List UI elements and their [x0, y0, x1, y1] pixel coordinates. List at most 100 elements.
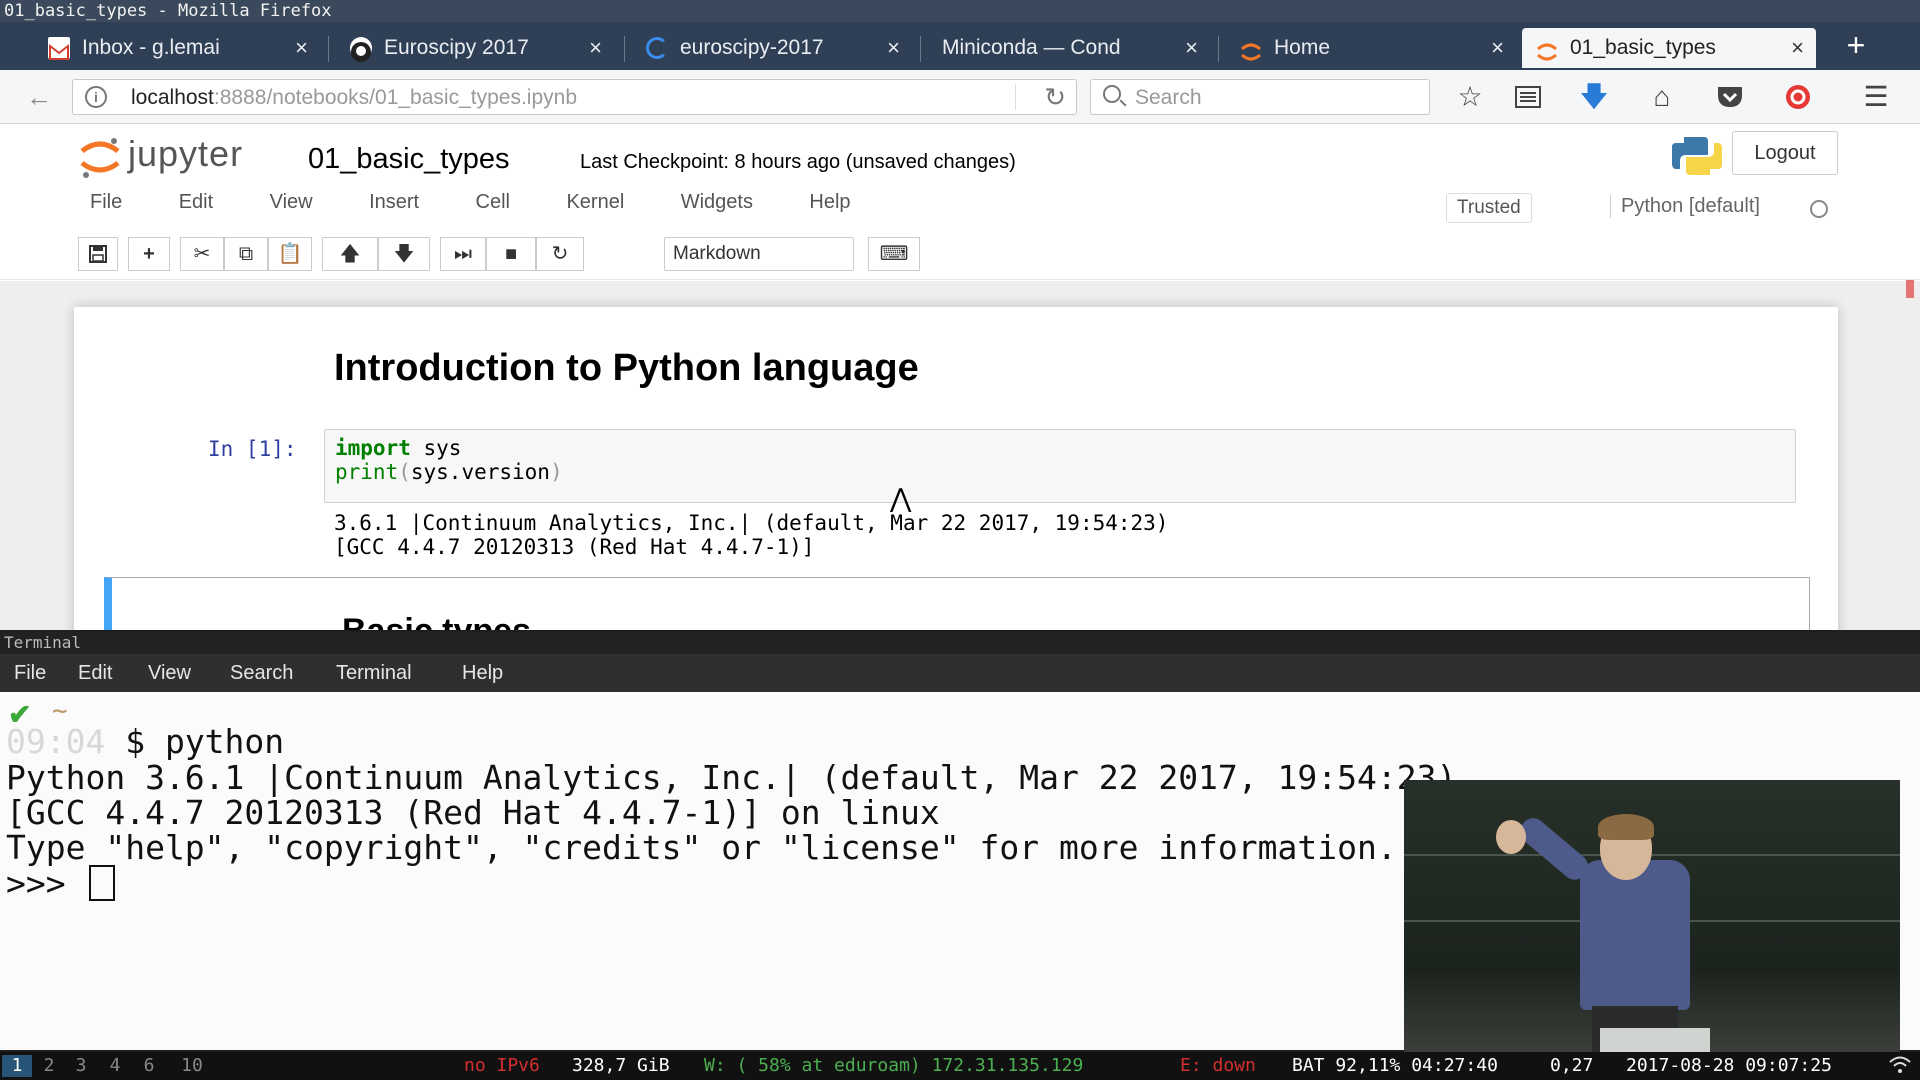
- pocket-icon[interactable]: [1712, 80, 1748, 116]
- tab-inbox[interactable]: Inbox - g.lemai ×: [34, 28, 320, 68]
- menu-file[interactable]: File: [90, 191, 122, 214]
- search-icon: [1103, 85, 1121, 103]
- ublock-icon[interactable]: [1780, 80, 1816, 116]
- tab-miniconda[interactable]: Miniconda — Cond ×: [928, 28, 1210, 68]
- menu-kernel[interactable]: Kernel: [566, 191, 624, 214]
- notebook-page: Introduction to Python language In [1]: …: [74, 307, 1838, 630]
- tab-euroscipy-repo[interactable]: euroscipy-2017 ×: [632, 28, 912, 68]
- checkpoint-status: Last Checkpoint: 8 hours ago (unsaved ch…: [580, 151, 1016, 173]
- menu-help[interactable]: Help: [809, 191, 850, 214]
- text-cursor-icon: ⋀: [890, 483, 912, 513]
- board-edge: [1404, 854, 1900, 856]
- reader-view-icon[interactable]: [1510, 80, 1546, 116]
- reload-icon[interactable]: ↻: [1044, 82, 1066, 113]
- stop-icon[interactable]: ■: [486, 237, 536, 271]
- copy-icon[interactable]: ⧉: [224, 237, 268, 271]
- terminal-output-1: Python 3.6.1 |Continuum Analytics, Inc.|…: [6, 758, 1457, 797]
- firefox-window: 01_basic_types - Mozilla Firefox Inbox -…: [0, 0, 1920, 630]
- speaker-hand: [1496, 820, 1526, 854]
- ethernet-status: E: down: [1180, 1055, 1256, 1076]
- tab-01-basic-types[interactable]: 01_basic_types ×: [1522, 28, 1816, 68]
- tab-separator: [624, 36, 625, 62]
- menu-edit[interactable]: Edit: [179, 191, 213, 214]
- tab-separator: [328, 36, 329, 62]
- term-menu-help[interactable]: Help: [462, 662, 503, 685]
- menu-view[interactable]: View: [270, 191, 313, 214]
- paste-icon[interactable]: 📋: [268, 237, 312, 271]
- terminal-cursor: [89, 865, 116, 901]
- add-cell-icon[interactable]: +: [128, 237, 170, 271]
- terminal-command-line: 09:04 $ python: [6, 722, 285, 761]
- tab-separator: [920, 36, 921, 62]
- keyboard-icon[interactable]: ⌨: [868, 237, 920, 271]
- term-menu-search[interactable]: Search: [230, 662, 293, 685]
- term-menu-file[interactable]: File: [14, 662, 46, 685]
- wifi-tray-icon[interactable]: [1888, 1052, 1912, 1080]
- scrollbar-thumb[interactable]: [1906, 280, 1914, 298]
- cut-icon[interactable]: ✂: [180, 237, 224, 271]
- tab-label: Miniconda — Cond: [942, 36, 1121, 59]
- markdown-heading[interactable]: Introduction to Python language: [334, 347, 919, 390]
- terminal-output-2: [GCC 4.4.7 20120313 (Red Hat 4.4.7-1)] o…: [6, 793, 940, 832]
- cell-type-select[interactable]: Markdown: [664, 237, 854, 271]
- i3-statusbar: 1 2 3 4 6 10 no IPv6 328,7 GiB W: ( 58% …: [0, 1052, 1920, 1080]
- url-bar[interactable]: i localhost:8888/notebooks/01_basic_type…: [72, 79, 1077, 115]
- trusted-indicator[interactable]: Trusted: [1446, 193, 1532, 223]
- tab-label: 01_basic_types: [1570, 36, 1716, 59]
- save-icon[interactable]: [78, 237, 118, 271]
- close-icon[interactable]: ×: [1185, 28, 1198, 68]
- tab-euroscipy[interactable]: Euroscipy 2017 ×: [336, 28, 614, 68]
- close-icon[interactable]: ×: [589, 28, 602, 68]
- close-icon[interactable]: ×: [295, 28, 308, 68]
- close-icon[interactable]: ×: [1491, 28, 1504, 68]
- close-icon[interactable]: ×: [1791, 28, 1804, 68]
- tab-label: Home: [1274, 36, 1331, 59]
- output-line-1: 3.6.1 |Continuum Analytics, Inc.| (defau…: [334, 511, 1169, 535]
- back-arrow-icon[interactable]: ←: [26, 82, 52, 113]
- hamburger-menu-icon[interactable]: ☰: [1858, 80, 1894, 116]
- term-menu-edit[interactable]: Edit: [78, 662, 112, 685]
- bookmark-star-icon[interactable]: ☆: [1452, 80, 1488, 116]
- markdown-heading-2: Basic types: [342, 612, 531, 630]
- close-icon[interactable]: ×: [887, 28, 900, 68]
- home-icon[interactable]: ⌂: [1644, 80, 1680, 116]
- workspace-6[interactable]: 6: [134, 1055, 164, 1077]
- kernel-status-icon: [1810, 200, 1828, 218]
- move-down-icon[interactable]: 🡇: [378, 237, 430, 271]
- term-menu-terminal[interactable]: Terminal: [336, 662, 412, 685]
- jupyter-logo-icon[interactable]: [78, 135, 122, 179]
- tab-label: euroscipy-2017: [680, 36, 824, 59]
- run-icon[interactable]: ⏭: [440, 237, 486, 271]
- loading-icon: [646, 37, 668, 59]
- jupyter-icon: [1536, 37, 1558, 61]
- workspace-10[interactable]: 10: [172, 1055, 212, 1077]
- webcam-overlay: [1404, 780, 1900, 1052]
- new-tab-button[interactable]: +: [1838, 28, 1874, 64]
- notebook-name[interactable]: 01_basic_types: [308, 143, 510, 176]
- url-divider: [1015, 84, 1016, 110]
- tab-home[interactable]: Home ×: [1226, 28, 1516, 68]
- info-icon[interactable]: i: [85, 86, 107, 108]
- window-title: 01_basic_types - Mozilla Firefox: [0, 0, 1920, 22]
- restart-icon[interactable]: ↻: [536, 237, 584, 271]
- workspace-4[interactable]: 4: [100, 1055, 130, 1077]
- search-input[interactable]: Search: [1090, 79, 1430, 115]
- jupyter-logo-text: jupyter: [128, 133, 244, 174]
- menu-cell[interactable]: Cell: [476, 191, 510, 214]
- workspace-3[interactable]: 3: [66, 1055, 96, 1077]
- wifi-status: W: ( 58% at eduroam) 172.31.135.129: [704, 1055, 1084, 1076]
- code-cell-input[interactable]: import sys print(sys.version): [324, 429, 1796, 503]
- download-icon[interactable]: 🡇: [1576, 80, 1612, 116]
- logout-button[interactable]: Logout: [1732, 131, 1838, 175]
- selected-markdown-cell[interactable]: Basic types: [104, 577, 1810, 630]
- gmail-icon: [48, 37, 70, 60]
- move-up-icon[interactable]: 🡅: [322, 237, 378, 271]
- disk-status: 328,7 GiB: [572, 1055, 670, 1076]
- output-line-2: [GCC 4.4.7 20120313 (Red Hat 4.4.7-1)]: [334, 535, 815, 559]
- menu-insert[interactable]: Insert: [369, 191, 419, 214]
- battery-status: BAT 92,11% 04:27:40: [1292, 1055, 1498, 1076]
- workspace-2[interactable]: 2: [34, 1055, 64, 1077]
- workspace-1[interactable]: 1: [2, 1055, 32, 1077]
- term-menu-view[interactable]: View: [148, 662, 191, 685]
- menu-widgets[interactable]: Widgets: [681, 191, 753, 214]
